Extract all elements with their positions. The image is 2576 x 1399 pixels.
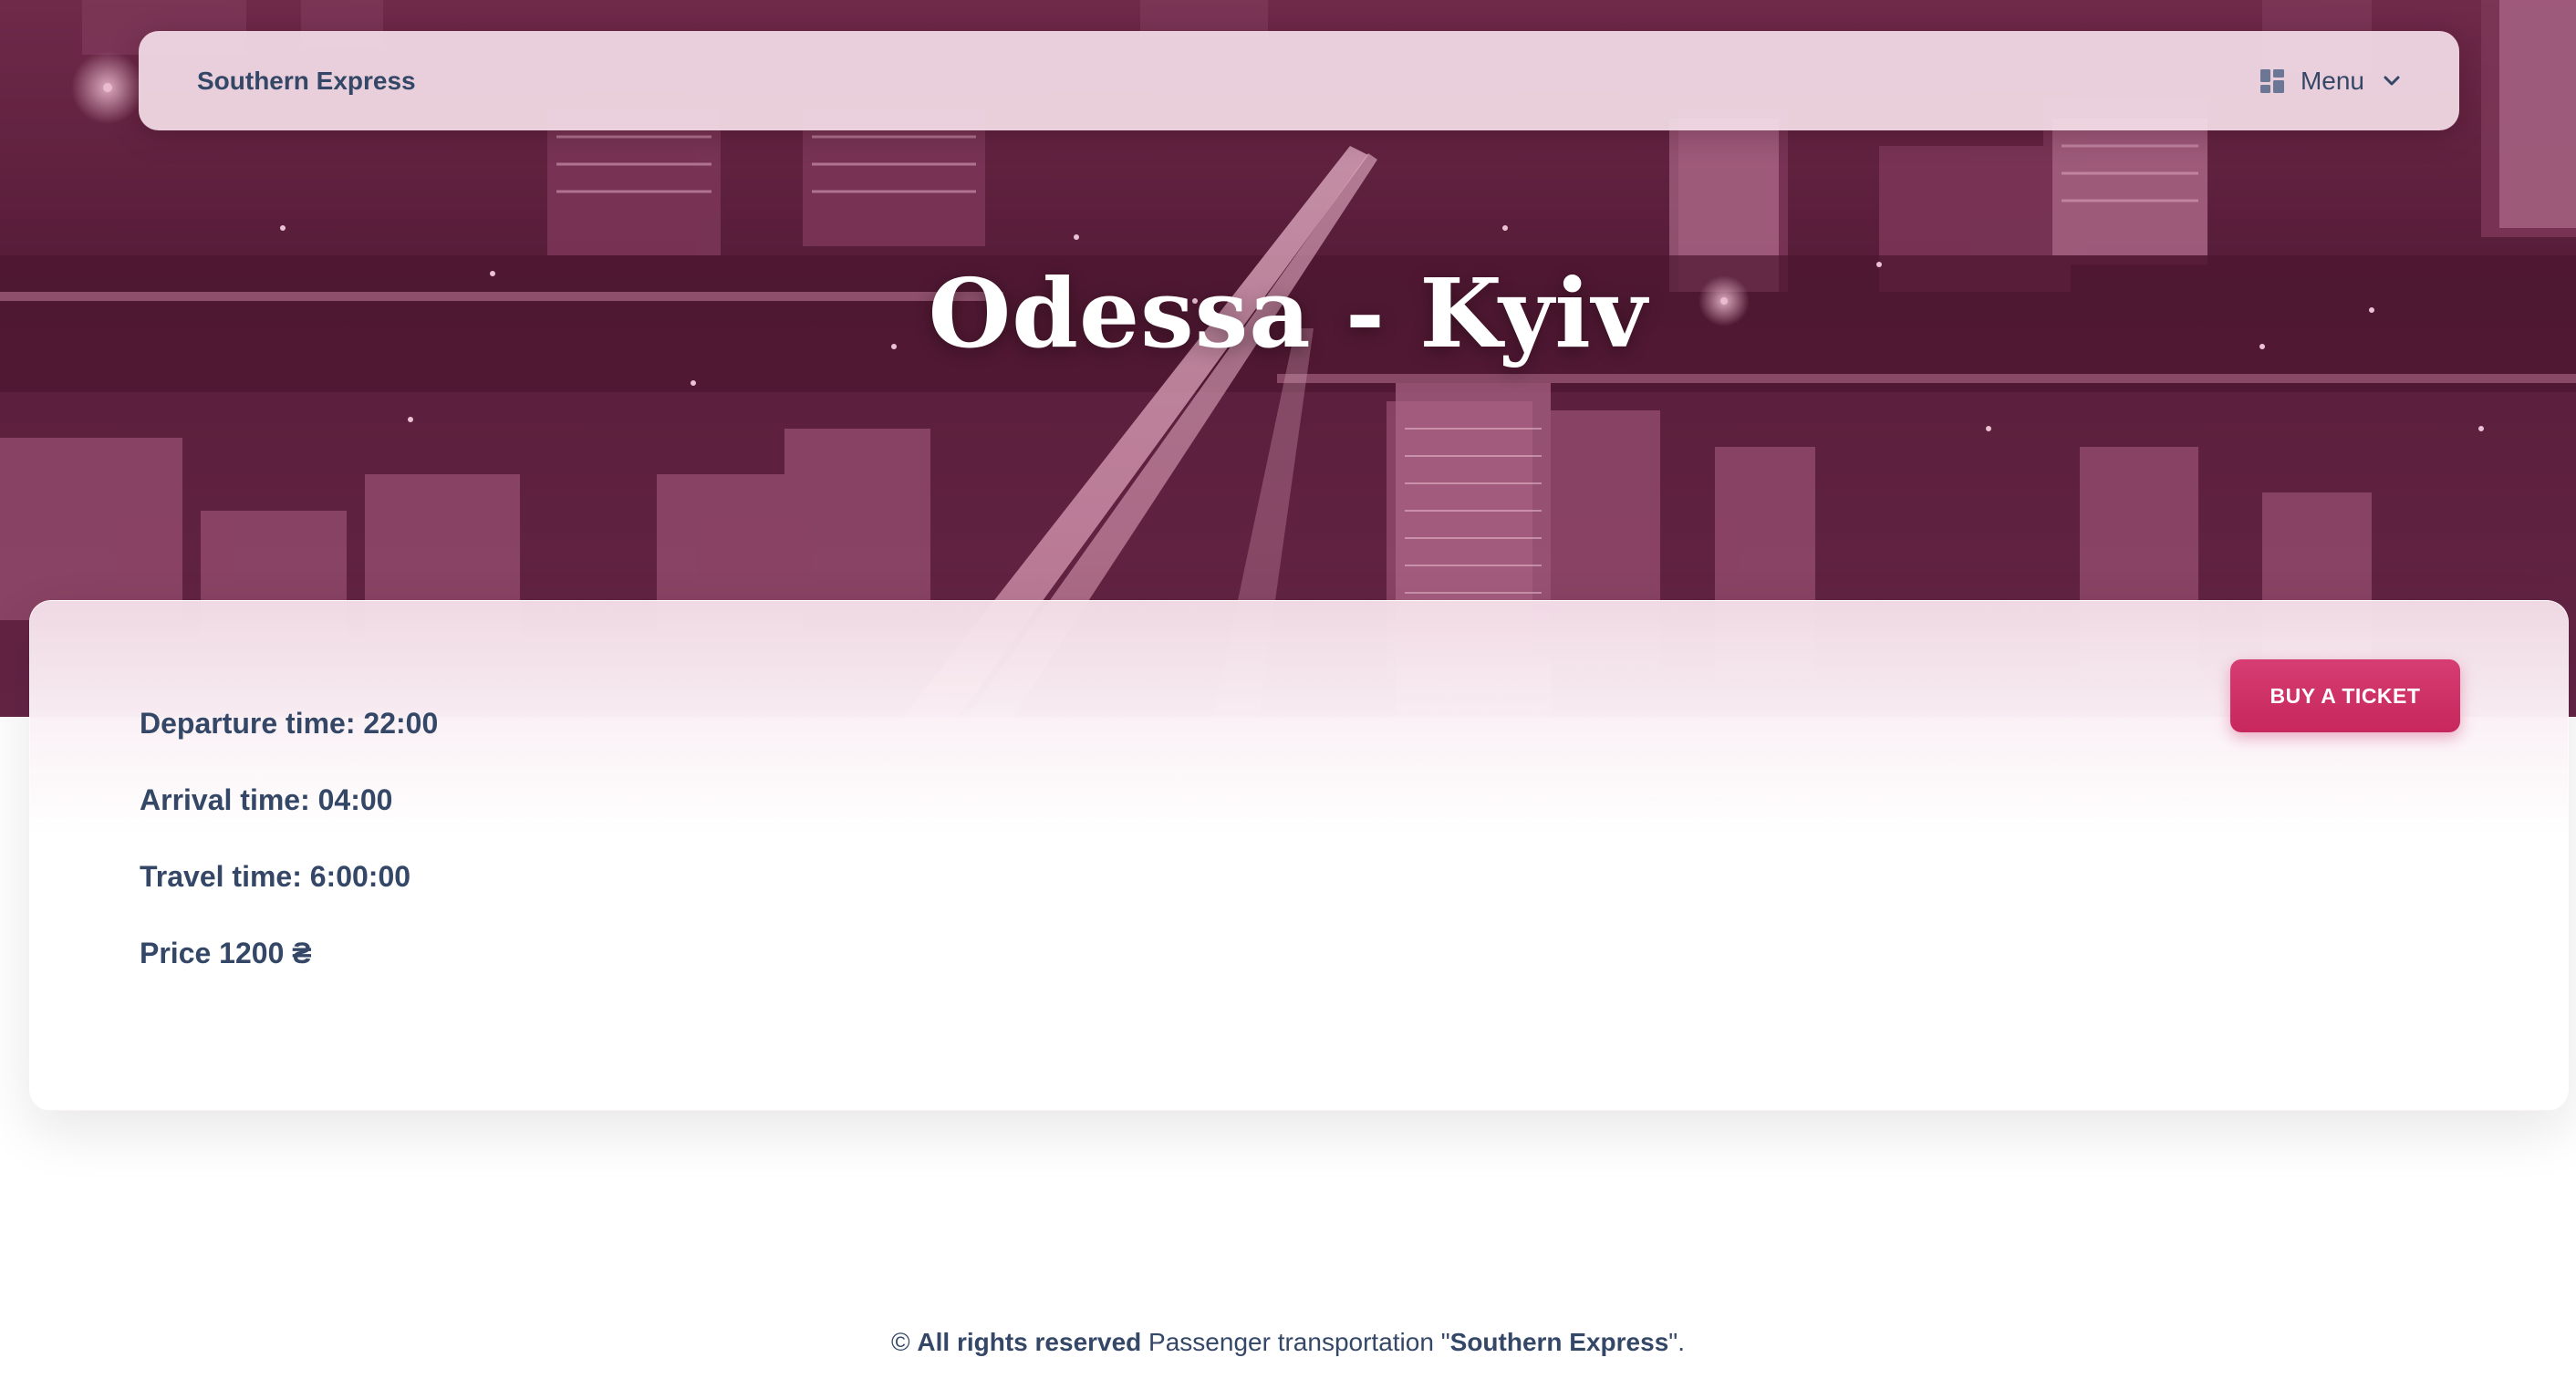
brand-link[interactable]: Southern Express (197, 67, 416, 96)
route-title: Odessa - Kyiv (928, 257, 1648, 369)
menu-label: Menu (2300, 66, 2364, 95)
footer-tail: ". (1668, 1328, 1685, 1356)
menu-dropdown-button[interactable]: Menu (2259, 66, 2403, 96)
page-footer: © All rights reserved Passenger transpor… (0, 1328, 2576, 1357)
chevron-down-icon (2384, 76, 2400, 85)
arrival-time: Arrival time: 04:00 (140, 783, 393, 816)
copyright-symbol: © (890, 1328, 910, 1356)
trip-details-card: Departure time: 22:00 Arrival time: 04:0… (29, 600, 2569, 1111)
ticket-price: Price 1200 ₴ (140, 937, 312, 969)
buy-ticket-button[interactable]: BUY A TICKET (2230, 659, 2460, 732)
rights-text: All rights reserved (917, 1328, 1142, 1356)
top-navbar: Southern Express Menu (139, 31, 2459, 130)
footer-company-name: Southern Express (1449, 1328, 1669, 1356)
departure-time: Departure time: 22:00 (140, 707, 439, 740)
grid-icon (2259, 68, 2284, 93)
footer-description: Passenger transportation " (1141, 1328, 1450, 1356)
trip-info-list: Departure time: 22:00 Arrival time: 04:0… (140, 707, 438, 1013)
travel-time: Travel time: 6:00:00 (140, 860, 411, 893)
